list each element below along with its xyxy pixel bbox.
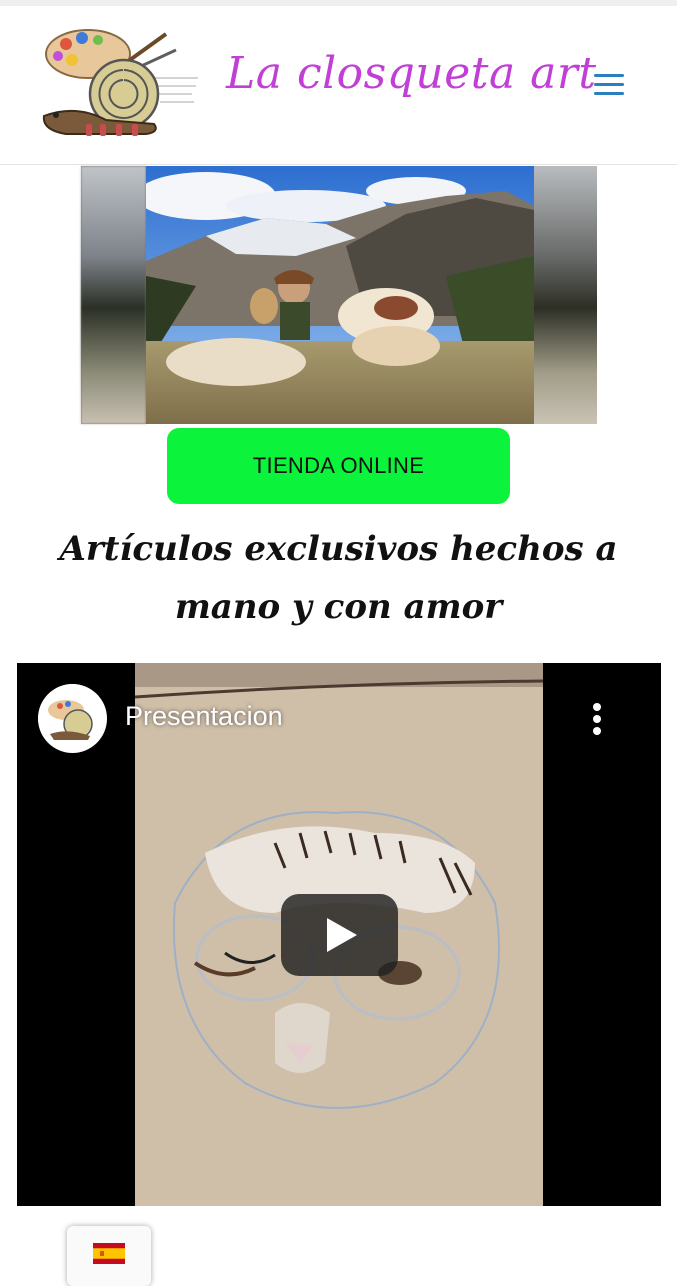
play-icon[interactable] [281, 894, 398, 976]
language-switcher[interactable] [67, 1226, 151, 1286]
hero-blur-right [534, 166, 597, 424]
site-brand-title[interactable]: La closqueta art [226, 48, 597, 99]
snail-logo-icon [38, 684, 106, 752]
snail-palette-logo-icon[interactable] [36, 20, 206, 138]
tagline-heading: Artículos exclusivos hechos a mano y con… [59, 529, 618, 627]
site-header: La closqueta art [0, 6, 677, 165]
online-shop-button[interactable]: TIENDA ONLINE [167, 428, 510, 504]
more-vertical-icon[interactable] [588, 703, 606, 737]
hero-image [81, 166, 597, 424]
hamburger-menu-icon[interactable] [594, 74, 624, 98]
hero-photo [146, 166, 534, 424]
video-title[interactable]: Presentacion [125, 701, 283, 732]
video-player[interactable]: Presentacion [17, 663, 661, 1206]
spain-flag-icon [93, 1243, 125, 1264]
hero-blur-left [81, 166, 146, 424]
channel-avatar[interactable] [38, 684, 107, 753]
